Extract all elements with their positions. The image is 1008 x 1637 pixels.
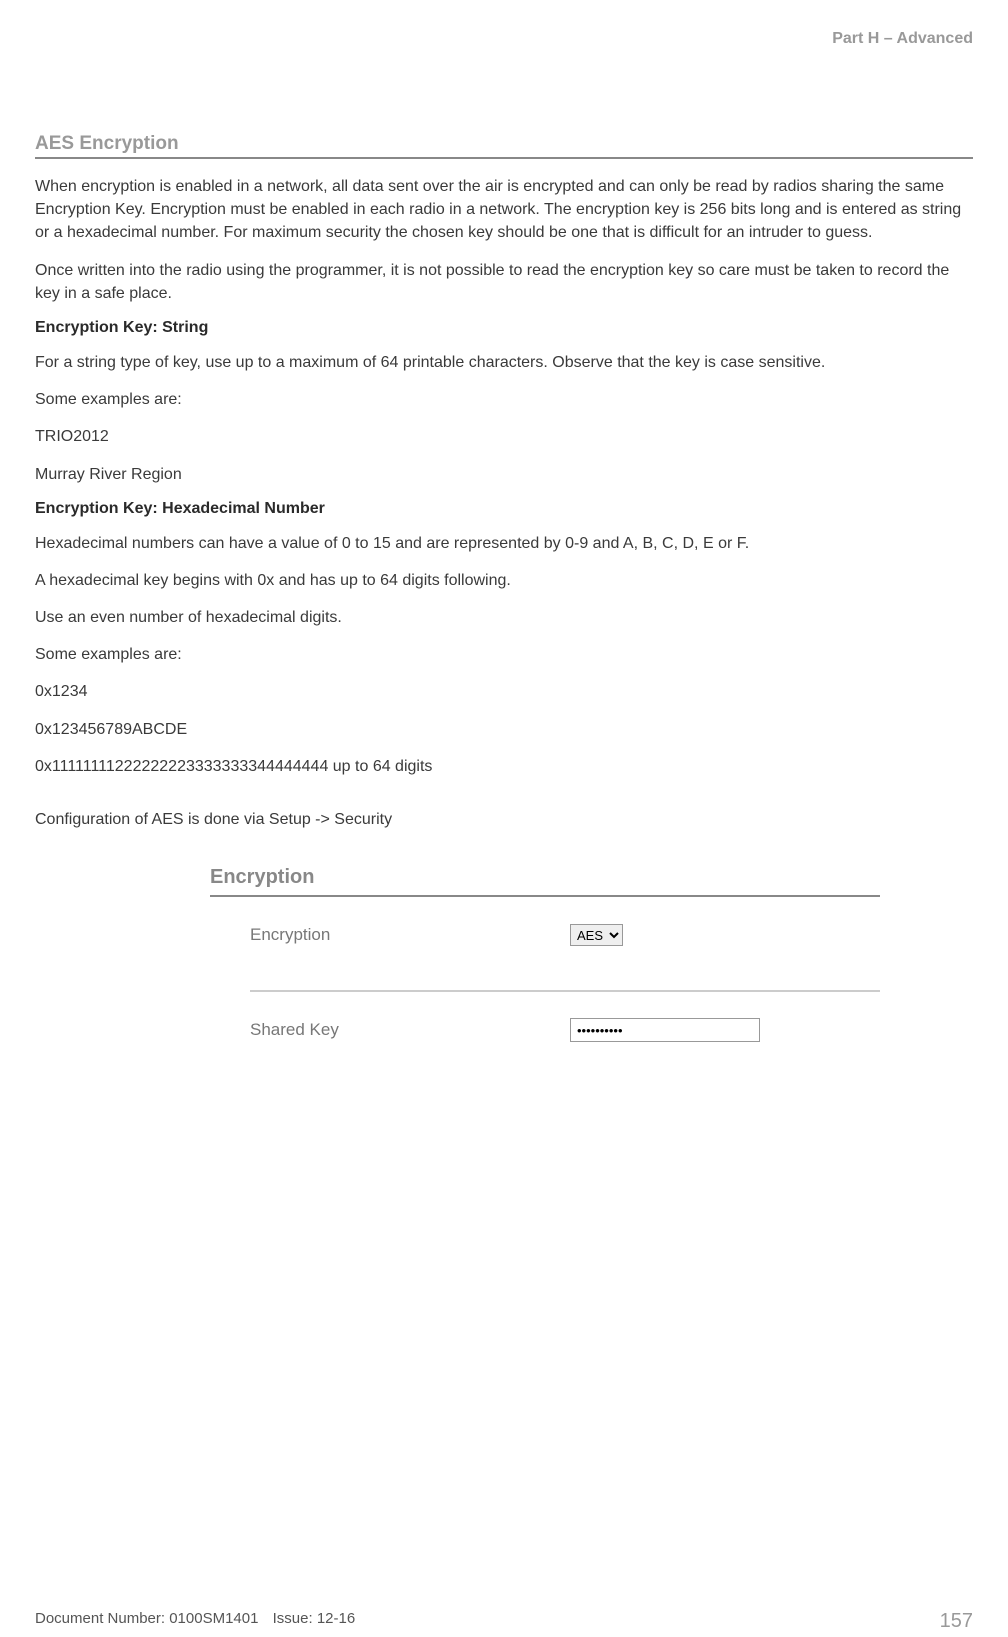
example-value: Murray River Region [35, 463, 973, 486]
body-paragraph: For a string type of key, use up to a ma… [35, 351, 973, 374]
encryption-label: Encryption [250, 925, 570, 945]
body-paragraph: Some examples are: [35, 643, 973, 666]
example-value: 0x123456789ABCDE [35, 718, 973, 741]
body-paragraph: Once written into the radio using the pr… [35, 259, 973, 305]
encryption-select[interactable]: AES [570, 924, 623, 946]
page-footer: Document Number: 0100SM1401 Issue: 12-16… [35, 1610, 973, 1637]
page-number: 157 [940, 1610, 973, 1633]
panel-divider [250, 990, 880, 992]
shared-key-input[interactable] [570, 1018, 760, 1042]
doc-issue: Issue: 12-16 [273, 1610, 356, 1627]
section-title: AES Encryption [35, 133, 973, 159]
doc-number: Document Number: 0100SM1401 [35, 1610, 258, 1627]
body-paragraph: Configuration of AES is done via Setup -… [35, 808, 973, 831]
body-paragraph: Hexadecimal numbers can have a value of … [35, 532, 973, 555]
shared-key-row: Shared Key [210, 1010, 880, 1050]
body-paragraph: Some examples are: [35, 388, 973, 411]
body-paragraph: A hexadecimal key begins with 0x and has… [35, 569, 973, 592]
body-paragraph: When encryption is enabled in a network,… [35, 175, 973, 245]
example-value: TRIO2012 [35, 425, 973, 448]
encryption-row: Encryption AES [210, 915, 880, 955]
subheading-string: Encryption Key: String [35, 319, 973, 337]
shared-key-label: Shared Key [250, 1020, 570, 1040]
encryption-config-panel: Encryption Encryption AES Shared Key [210, 866, 880, 1050]
body-paragraph: Use an even number of hexadecimal digits… [35, 606, 973, 629]
example-value: 0x1234 [35, 680, 973, 703]
panel-heading: Encryption [210, 866, 880, 897]
subheading-hex: Encryption Key: Hexadecimal Number [35, 500, 973, 518]
example-value: 0x11111111222222223333333344444444 up to… [35, 755, 973, 778]
part-header: Part H – Advanced [35, 30, 973, 48]
